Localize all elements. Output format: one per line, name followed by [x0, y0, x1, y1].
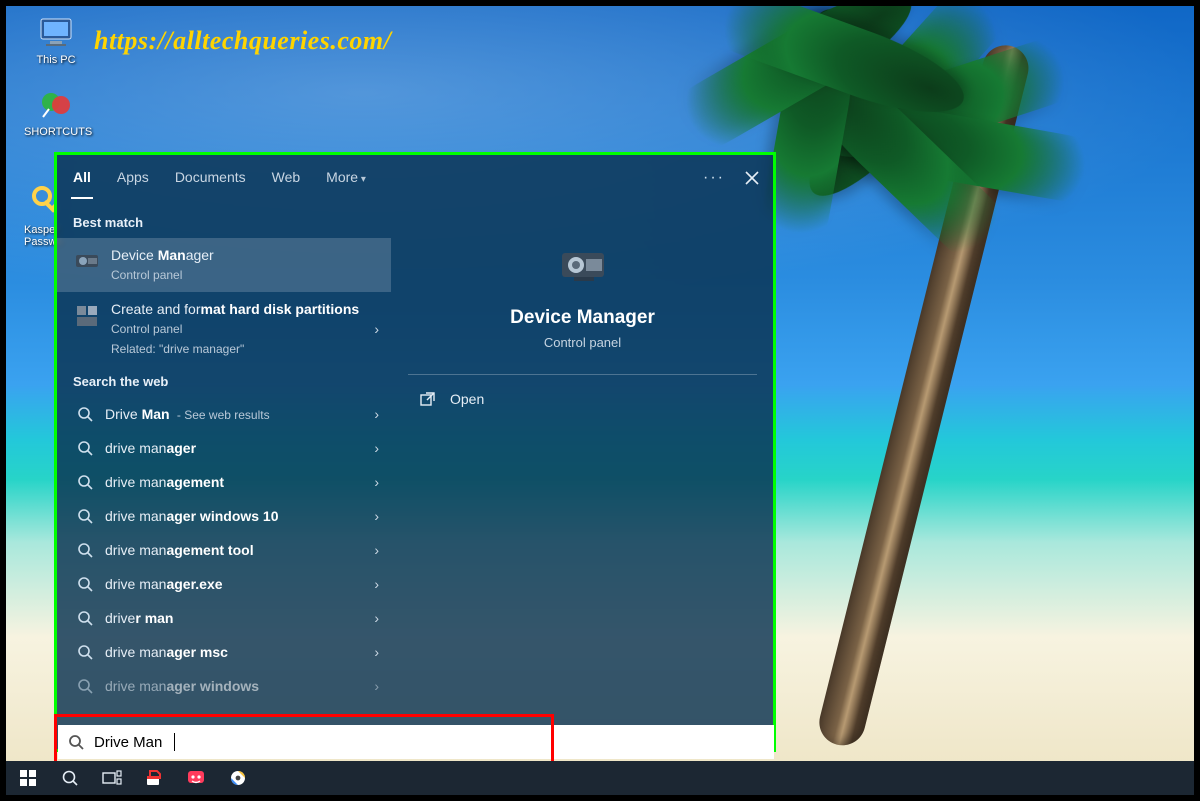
- task-view-icon[interactable]: [92, 761, 132, 795]
- best-match-heading: Best match: [57, 207, 391, 238]
- result-device-manager[interactable]: Device Manager Control panel: [57, 238, 391, 292]
- search-tab-documents[interactable]: Documents: [173, 157, 248, 199]
- result-title: Device Manager: [111, 247, 214, 263]
- web-result-7[interactable]: drive manager msc ›: [57, 635, 391, 669]
- result-subtitle: Control panel: [111, 266, 377, 284]
- search-tab-more[interactable]: More: [324, 157, 368, 199]
- search-icon: [77, 440, 93, 456]
- chevron-right-icon[interactable]: ›: [374, 321, 379, 337]
- chevron-right-icon[interactable]: ›: [374, 576, 379, 592]
- desktop-icon-shortcuts[interactable]: SHORTCUTS: [24, 84, 88, 138]
- watermark-text: https://alltechqueries.com/: [94, 26, 391, 56]
- search-icon: [77, 474, 93, 490]
- start-search-input[interactable]: Drive Man: [58, 725, 774, 759]
- desktop-icon-this-pc[interactable]: This PC: [24, 12, 88, 66]
- search-icon: [77, 610, 93, 626]
- start-search-panel: All Apps Documents Web More ··· Best mat…: [54, 152, 776, 752]
- result-subtitle: Control panel: [111, 320, 377, 338]
- this-pc-icon: [36, 12, 76, 52]
- chevron-right-icon[interactable]: ›: [374, 406, 379, 422]
- result-title: Create and format hard disk partitions: [111, 301, 359, 317]
- chevron-right-icon[interactable]: ›: [374, 440, 379, 456]
- preview-action-label: Open: [450, 391, 484, 407]
- taskbar-search-icon[interactable]: [50, 761, 90, 795]
- web-result-text: drive manager windows: [105, 678, 259, 694]
- taskbar: [6, 761, 1194, 795]
- web-result-8[interactable]: drive manager windows ›: [57, 669, 391, 703]
- search-web-heading: Search the web: [57, 366, 391, 397]
- chevron-right-icon[interactable]: ›: [374, 474, 379, 490]
- chevron-right-icon[interactable]: ›: [374, 610, 379, 626]
- chevron-right-icon[interactable]: ›: [374, 678, 379, 694]
- web-result-3[interactable]: drive manager windows 10 ›: [57, 499, 391, 533]
- chevron-right-icon[interactable]: ›: [374, 508, 379, 524]
- web-result-5[interactable]: drive manager.exe ›: [57, 567, 391, 601]
- desktop-icon-label: SHORTCUTS: [24, 126, 88, 138]
- web-result-1[interactable]: drive manager ›: [57, 431, 391, 465]
- search-tab-apps[interactable]: Apps: [115, 157, 151, 199]
- taskbar-app-media[interactable]: [218, 761, 258, 795]
- open-icon: [420, 391, 436, 407]
- text-caret: [174, 733, 175, 751]
- web-result-2[interactable]: drive management ›: [57, 465, 391, 499]
- search-preview-pane: Device Manager Control panel Open: [391, 201, 773, 749]
- taskbar-app-chat[interactable]: [176, 761, 216, 795]
- chevron-right-icon[interactable]: ›: [374, 644, 379, 660]
- search-icon: [77, 576, 93, 592]
- web-result-text: drive manager windows 10: [105, 508, 279, 524]
- web-result-text: drive manager msc: [105, 644, 228, 660]
- web-result-text: driver man: [105, 610, 173, 626]
- web-result-text: drive manager: [105, 440, 196, 456]
- start-button[interactable]: [8, 761, 48, 795]
- web-result-0[interactable]: Drive Man - See web results ›: [57, 397, 391, 431]
- search-icon: [77, 508, 93, 524]
- desktop-icon-label: This PC: [24, 54, 88, 66]
- close-icon[interactable]: [745, 171, 759, 185]
- preview-title: Device Manager: [412, 307, 753, 329]
- search-icon: [68, 734, 84, 750]
- search-icon: [77, 678, 93, 694]
- device-manager-large-icon: [556, 239, 610, 293]
- search-tabs-bar: All Apps Documents Web More ···: [57, 155, 773, 201]
- search-tab-web[interactable]: Web: [270, 157, 303, 199]
- preview-action-open[interactable]: Open: [392, 375, 773, 423]
- search-input-value: Drive Man: [94, 734, 162, 751]
- search-icon: [77, 644, 93, 660]
- shortcuts-icon: [36, 84, 76, 124]
- web-result-text: drive management: [105, 474, 224, 490]
- search-icon: [77, 542, 93, 558]
- web-result-4[interactable]: drive management tool ›: [57, 533, 391, 567]
- web-result-6[interactable]: driver man ›: [57, 601, 391, 635]
- web-result-text: drive manager.exe: [105, 576, 223, 592]
- result-disk-partitions[interactable]: Create and format hard disk partitions C…: [57, 292, 391, 366]
- web-result-text: Drive Man - See web results: [105, 406, 270, 422]
- chevron-right-icon[interactable]: ›: [374, 542, 379, 558]
- result-related: Related: "drive manager": [111, 340, 377, 358]
- search-tab-all[interactable]: All: [71, 157, 93, 199]
- more-options-icon[interactable]: ···: [703, 169, 725, 187]
- device-manager-icon: [73, 248, 101, 276]
- taskbar-app-paint[interactable]: [134, 761, 174, 795]
- web-result-text: drive management tool: [105, 542, 254, 558]
- search-results-list: Best match Device Manager Control panel: [57, 201, 391, 749]
- preview-subtitle: Control panel: [412, 335, 753, 350]
- search-icon: [77, 406, 93, 422]
- partition-icon: [73, 302, 101, 330]
